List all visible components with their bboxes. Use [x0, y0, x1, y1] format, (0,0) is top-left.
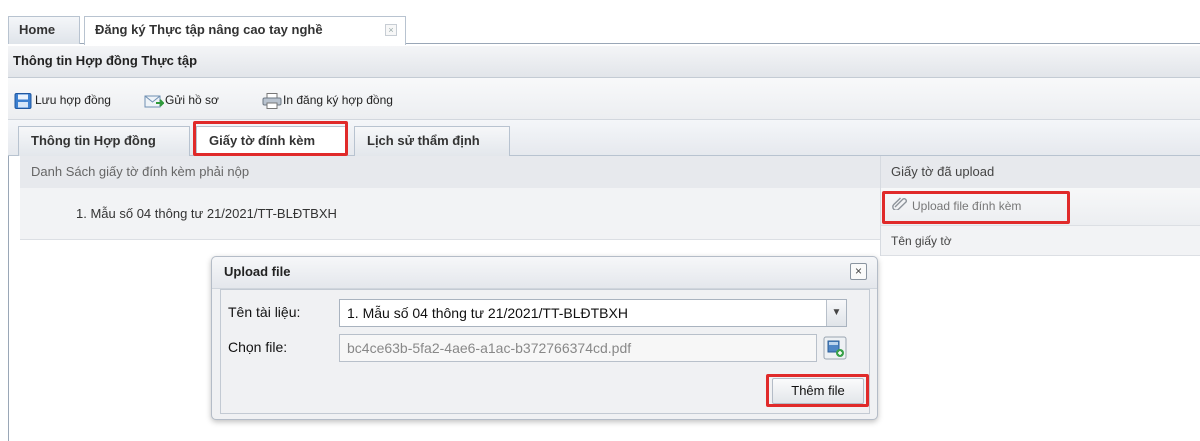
- inner-tabbar: Thông tin Hợp đồng Giấy tờ đính kèm Lịch…: [8, 120, 1200, 157]
- tab-register-internship-label: Đăng ký Thực tập nâng cao tay nghề: [95, 22, 323, 37]
- required-attachments-header: Danh Sách giấy tờ đính kèm phải nộp: [20, 156, 880, 188]
- toolbar: Lưu hợp đồng Gửi hồ sơ In đăng ký hợp đồ…: [8, 78, 1200, 120]
- dialog-title: Upload file: [212, 257, 877, 289]
- print-registration-label: In đăng ký hợp đồng: [283, 93, 393, 107]
- tab-appraisal-history[interactable]: Lịch sử thẩm định: [354, 126, 510, 156]
- choose-file-label: Chọn file:: [228, 339, 288, 355]
- tab-appraisal-history-label: Lịch sử thẩm định: [367, 133, 480, 148]
- send-dossier-button[interactable]: Gửi hồ sơ: [144, 90, 219, 110]
- chevron-down-icon[interactable]: ▼: [826, 300, 846, 326]
- send-mail-icon: [144, 93, 166, 109]
- send-dossier-label: Gửi hồ sơ: [165, 93, 219, 107]
- dialog-close-icon[interactable]: ×: [850, 263, 867, 280]
- floppy-disk-icon: [14, 92, 32, 109]
- tab-close-icon[interactable]: ×: [385, 24, 397, 36]
- document-name-label: Tên tài liệu:: [228, 304, 301, 320]
- tab-contract-info[interactable]: Thông tin Hợp đồng: [18, 126, 190, 156]
- printer-icon: [262, 92, 282, 109]
- top-tabbar: Home Đăng ký Thực tập nâng cao tay nghề …: [8, 16, 1200, 45]
- tab-register-internship[interactable]: Đăng ký Thực tập nâng cao tay nghề ×: [84, 16, 406, 45]
- uploaded-documents-header: Giấy tờ đã upload: [881, 156, 1200, 188]
- print-registration-button[interactable]: In đăng ký hợp đồng: [262, 90, 393, 110]
- tab-contract-info-label: Thông tin Hợp đồng: [31, 133, 156, 148]
- document-name-column-header: Tên giấy tờ: [881, 226, 1200, 256]
- save-contract-button[interactable]: Lưu hợp đồng: [14, 90, 111, 110]
- highlight-upload-button: [882, 191, 1070, 224]
- panel-title: Thông tin Hợp đồng Thực tập: [8, 46, 1200, 78]
- document-select[interactable]: 1. Mẫu số 04 thông tư 21/2021/TT-BLĐTBXH: [339, 299, 847, 327]
- highlight-attachments-tab: [193, 121, 348, 156]
- tab-home[interactable]: Home: [8, 16, 80, 44]
- list-item[interactable]: 1. Mẫu số 04 thông tư 21/2021/TT-BLĐTBXH: [20, 188, 880, 240]
- tab-home-label: Home: [19, 22, 56, 37]
- browse-file-icon[interactable]: [823, 336, 847, 360]
- highlight-add-file-button: [766, 374, 869, 407]
- file-path-field[interactable]: bc4ce63b-5fa2-4ae6-a1ac-b372766374cd.pdf: [339, 334, 817, 362]
- save-contract-label: Lưu hợp đồng: [35, 93, 111, 107]
